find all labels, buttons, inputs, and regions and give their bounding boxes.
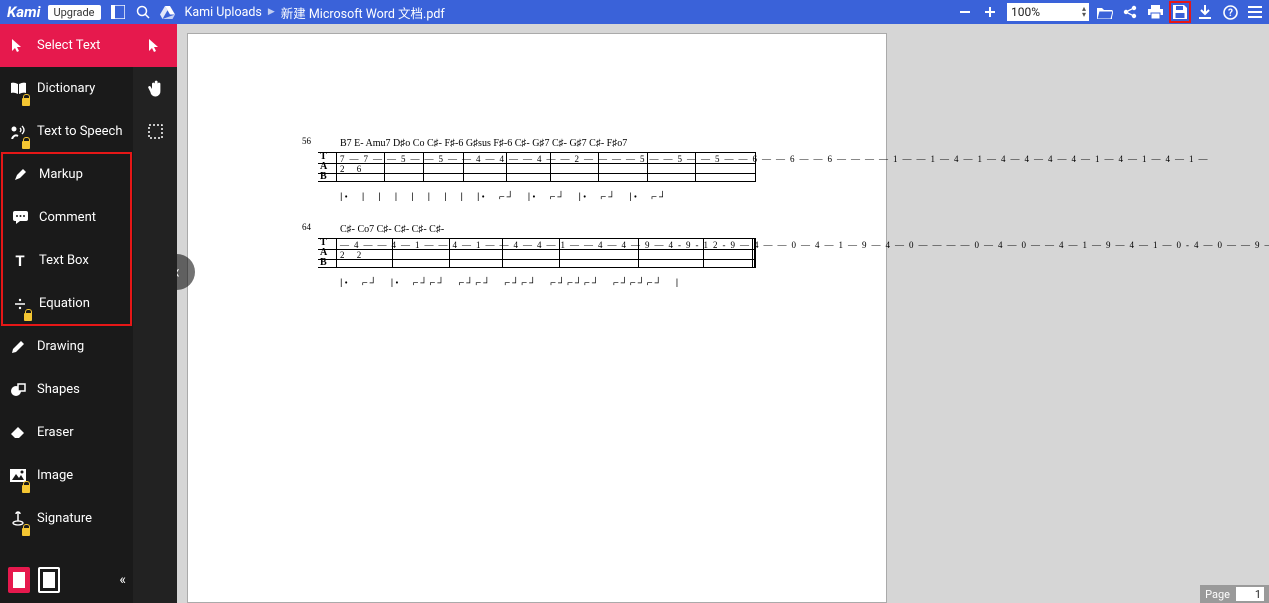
tab-system-1: 56 B7 E- Amu7 D♯o Co C♯- F♯-6 G♯sus F♯-6… (318, 152, 756, 210)
eraser-icon (9, 424, 27, 442)
rhythm-row: |•||||||||•⌐┘|•⌐┘|•⌐┘|•⌐┘ (318, 192, 756, 210)
document-canvas[interactable]: ‹ 56 B7 E- Amu7 D♯o Co C♯- F♯-6 G♯sus F♯… (177, 24, 1269, 603)
view-mode-bar: « (0, 556, 133, 603)
lock-badge-icon (22, 98, 30, 106)
fret-numbers: —4——4—1——4—1——4—4—1——4—4—9—4-9-12-9—4——0… (318, 240, 756, 250)
fret-numbers-2: 2 6 (318, 164, 756, 174)
file-name[interactable]: 新建 Microsoft Word 文档.pdf (281, 3, 445, 22)
zoom-value: 100% (1011, 5, 1040, 19)
shapes-icon (9, 381, 27, 399)
view-continuous-button[interactable] (38, 567, 60, 593)
tab-system-2: 64 C♯- Co7 C♯- C♯- C♯- C♯- TAB —4——4—1——… (318, 238, 756, 296)
tool-shapes[interactable]: Shapes (0, 368, 133, 411)
measure-number: 64 (302, 222, 311, 232)
upgrade-button[interactable]: Upgrade (48, 5, 101, 20)
tool-comment[interactable]: Comment (2, 196, 131, 239)
tool-drawing[interactable]: Drawing (0, 325, 133, 368)
brand-logo: Kami (4, 3, 41, 21)
lock-badge-icon (22, 528, 30, 536)
chord-row: B7 E- Amu7 D♯o Co C♯- F♯-6 G♯sus F♯-6 C♯… (318, 138, 756, 149)
print-icon[interactable] (1147, 4, 1163, 20)
tool-label: Image (37, 468, 73, 483)
tool-select-text[interactable]: Select Text (0, 24, 133, 67)
fret-numbers-2: 2 2 (318, 250, 756, 260)
page-indicator[interactable]: Page 1 (1200, 585, 1269, 603)
zoom-in-button[interactable] (982, 4, 998, 20)
measure-number: 56 (302, 136, 311, 146)
lock-badge-icon (24, 313, 32, 321)
tool-label: Markup (39, 167, 83, 182)
share-icon[interactable] (1122, 4, 1138, 20)
tool-label: Drawing (37, 339, 84, 354)
search-icon[interactable] (135, 4, 151, 20)
breadcrumb: Kami Uploads ▶ 新建 Microsoft Word 文档.pdf (185, 3, 445, 22)
tool-label: Dictionary (37, 81, 95, 96)
tool-label: Text Box (39, 253, 89, 268)
tool-textbox[interactable]: T Text Box (2, 239, 131, 282)
page-label: Page (1205, 588, 1230, 601)
drive-icon[interactable] (160, 4, 176, 20)
cursor-select-icon (9, 37, 27, 55)
lock-badge-icon (22, 485, 30, 493)
tool-image[interactable]: Image (0, 454, 133, 497)
collapse-sidebar-icon[interactable]: « (119, 572, 126, 588)
lock-badge-icon (22, 141, 30, 149)
text-icon: T (11, 252, 29, 270)
help-icon[interactable]: ? (1222, 4, 1238, 20)
tool-markup[interactable]: Markup (2, 153, 131, 196)
tool-signature[interactable]: Signature (0, 497, 133, 540)
chevron-right-icon: ▶ (268, 7, 275, 17)
app-header: Kami Upgrade Kami Uploads ▶ 新建 Microsoft… (0, 0, 1269, 24)
save-icon[interactable] (1172, 4, 1188, 20)
document-page: 56 B7 E- Amu7 D♯o Co C♯- F♯-6 G♯sus F♯-6… (187, 33, 887, 603)
tool-label: Text to Speech (37, 124, 122, 139)
tab-staff: TAB 7—7——5——5——4—4——4——2————5——5——5——6——… (318, 152, 756, 182)
tool-label: Eraser (37, 425, 74, 440)
svg-text:?: ? (1228, 8, 1233, 19)
tool-label: Shapes (37, 382, 80, 397)
comment-icon (11, 209, 29, 227)
sidebar-toggle-icon[interactable] (110, 4, 126, 20)
mode-select-cursor[interactable] (133, 24, 177, 67)
tool-label: Comment (39, 210, 96, 225)
view-single-page-button[interactable] (8, 567, 30, 593)
tab-staff: TAB —4——4—1——4—1——4—4—1——4—4—9—4-9-12-9—… (318, 238, 756, 268)
breadcrumb-root[interactable]: Kami Uploads (185, 5, 262, 20)
chord-row: C♯- Co7 C♯- C♯- C♯- C♯- (318, 224, 756, 235)
zoom-out-button[interactable] (957, 4, 973, 20)
menu-icon[interactable] (1247, 4, 1263, 20)
fret-numbers: 7—7——5——5——4—4——4——2————5——5——5——6——6——6… (318, 154, 756, 164)
tool-label: Select Text (37, 38, 100, 53)
tool-equation[interactable]: Equation (2, 282, 131, 325)
page-number-value: 1 (1236, 587, 1264, 601)
tool-dictionary[interactable]: Dictionary (0, 67, 133, 110)
open-file-icon[interactable] (1097, 4, 1113, 20)
svg-text:T: T (15, 254, 24, 268)
tool-group-highlight: Markup Comment T Text Box Equation (2, 153, 131, 325)
tool-tts[interactable]: Text to Speech (0, 110, 133, 153)
zoom-select[interactable]: 100% ▴▾ (1007, 3, 1089, 21)
highlighter-icon (11, 166, 29, 184)
tool-sidebar: Select Text Dictionary Text to Speech Ma… (0, 24, 133, 603)
download-icon[interactable] (1197, 4, 1213, 20)
stepper-arrows-icon: ▴▾ (1082, 6, 1086, 18)
cursor-mode-column (133, 24, 177, 603)
tool-label: Equation (39, 296, 90, 311)
mode-hand-cursor[interactable] (133, 67, 177, 110)
pencil-icon (9, 338, 27, 356)
tool-eraser[interactable]: Eraser (0, 411, 133, 454)
rhythm-row: |•⌐┘|•⌐┘⌐┘⌐┘⌐┘⌐┘⌐┘⌐┘⌐┘⌐┘⌐┘⌐┘⌐┘| (318, 278, 756, 296)
tool-label: Signature (37, 511, 92, 526)
mode-marquee[interactable] (133, 110, 177, 153)
